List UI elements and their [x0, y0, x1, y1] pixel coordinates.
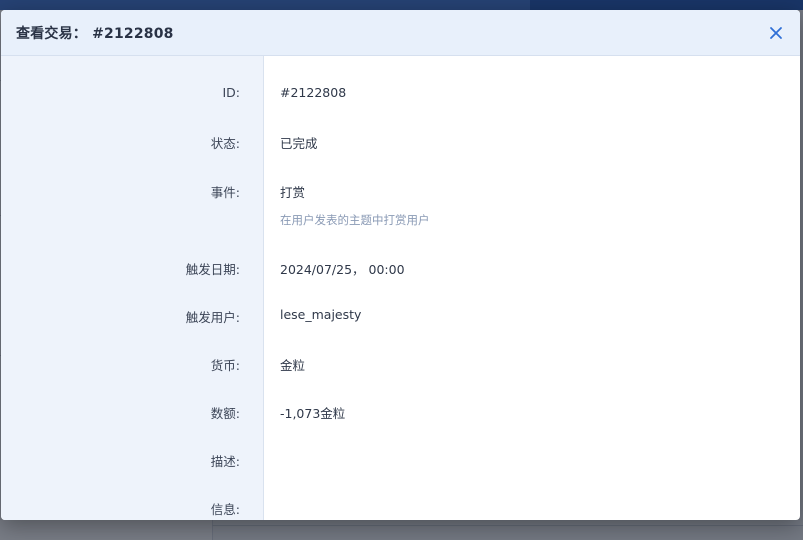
- event-value: 打赏: [280, 185, 306, 200]
- info-label: 信息:: [210, 502, 240, 517]
- dialog-header: 查看交易： #2122808: [1, 10, 800, 56]
- close-icon: [770, 27, 782, 39]
- event-label: 事件:: [210, 185, 240, 200]
- transaction-dialog: 查看交易： #2122808 ID: #2122808 状态: 已完成 事件: …: [1, 10, 800, 520]
- id-label: ID:: [222, 85, 240, 100]
- close-button[interactable]: [766, 23, 786, 43]
- trigger-user-label: 触发用户:: [185, 310, 240, 325]
- trigger-date-value: 2024/07/25， 00:00: [280, 262, 405, 277]
- dialog-title: 查看交易： #2122808: [16, 26, 174, 42]
- description-label: 描述:: [210, 454, 240, 469]
- trigger-date-label: 触发日期:: [185, 262, 240, 277]
- status-value: 已完成: [280, 136, 318, 151]
- event-description: 在用户发表的主题中打赏用户: [280, 213, 430, 227]
- amount-label: 数额:: [210, 406, 240, 421]
- status-label: 状态:: [210, 136, 240, 151]
- dialog-body: ID: #2122808 状态: 已完成 事件: 打赏 在用户发表的主题中打赏用…: [1, 56, 800, 520]
- id-value: #2122808: [280, 85, 347, 100]
- trigger-user-value: lese_majesty: [280, 307, 362, 322]
- currency-label: 货币:: [210, 358, 240, 373]
- currency-value: 金粒: [280, 358, 306, 373]
- amount-value: -1,073金粒: [280, 406, 346, 421]
